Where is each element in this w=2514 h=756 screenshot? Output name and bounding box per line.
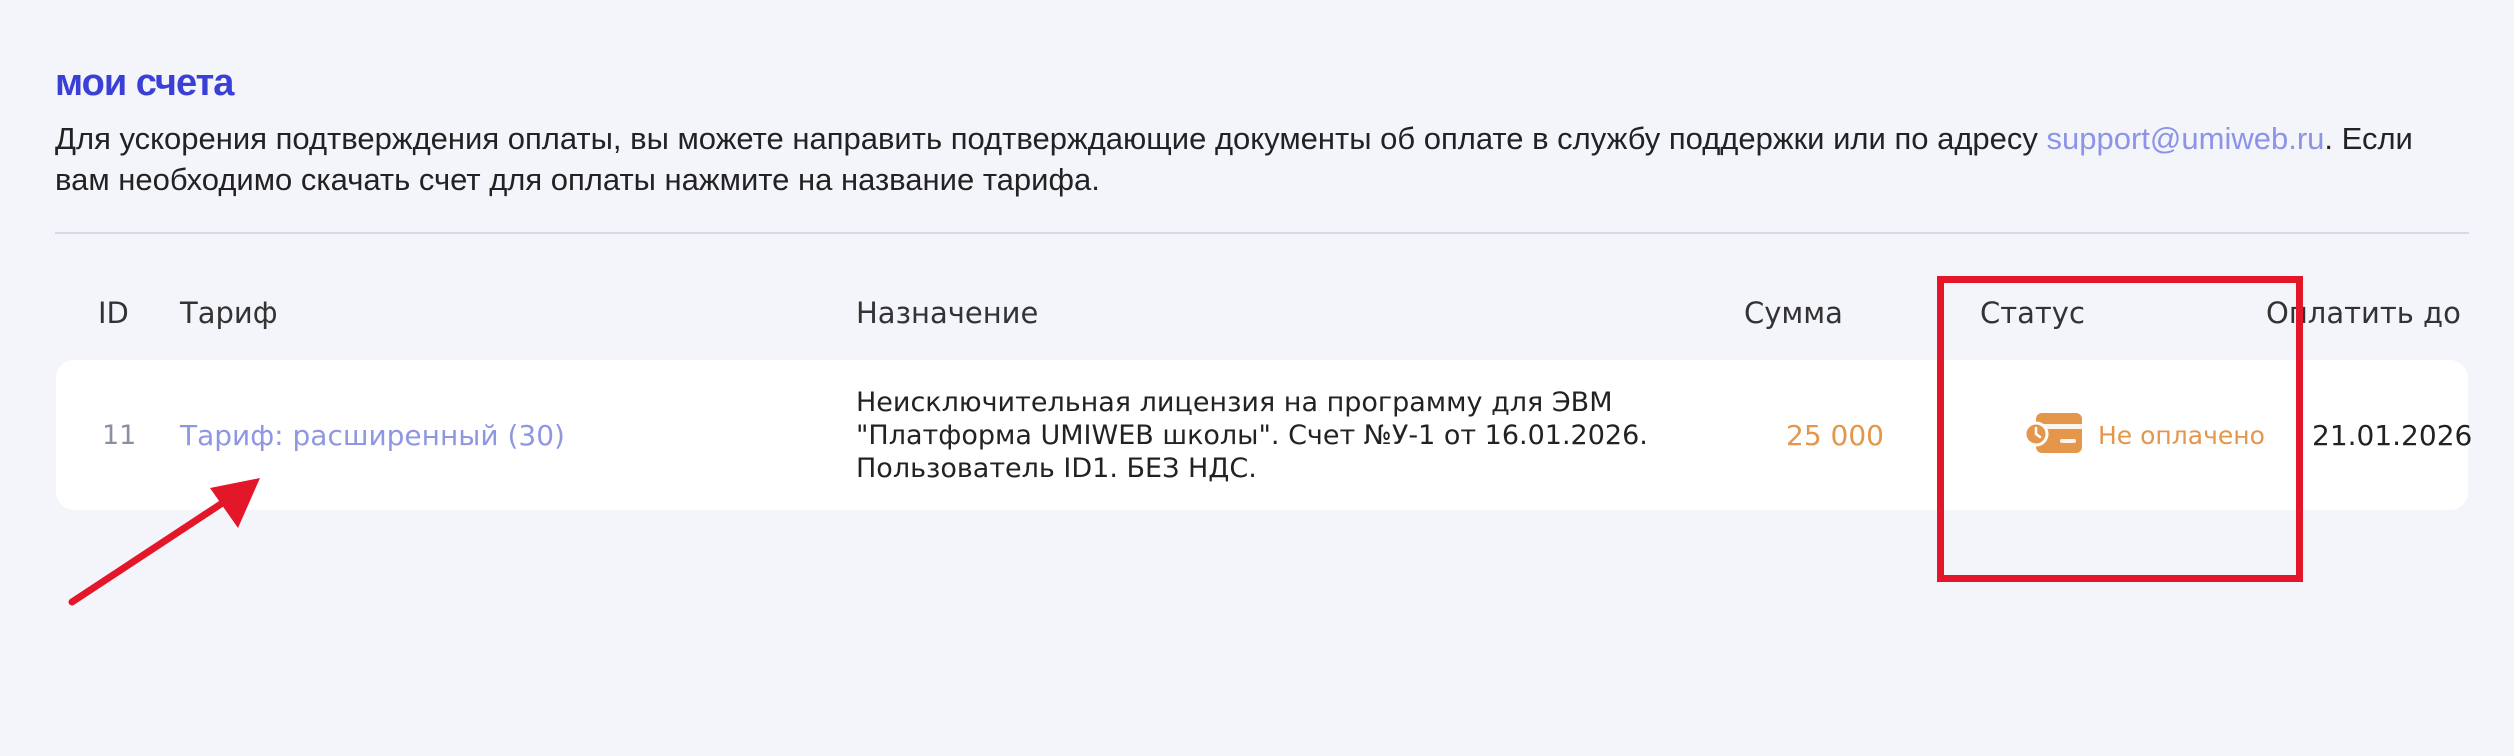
table-header-sum: Сумма [1744, 296, 1843, 330]
row-sum: 25 000 [1786, 419, 1884, 452]
row-id: 11 [102, 420, 137, 451]
divider [55, 232, 2469, 234]
annotation-highlight-box [1937, 276, 2303, 582]
row-purpose: Неисключительная лицензия на программу д… [856, 387, 1648, 484]
tariff-link[interactable]: Тариф: расширенный (30) [180, 419, 565, 452]
table-header-id: ID [98, 296, 129, 330]
row-pay-by-date: 21.01.2026 [2312, 419, 2473, 452]
table-header-tariff: Тариф [180, 296, 278, 330]
page-title: мои счета [55, 62, 234, 104]
support-email-link[interactable]: support@umiweb.ru [2047, 121, 2325, 156]
page-description: Для ускорения подтверждения оплаты, вы м… [55, 118, 2475, 200]
description-text-before: Для ускорения подтверждения оплаты, вы м… [55, 121, 2047, 156]
table-header-purpose: Назначение [856, 296, 1039, 330]
annotation-arrow [68, 478, 260, 606]
